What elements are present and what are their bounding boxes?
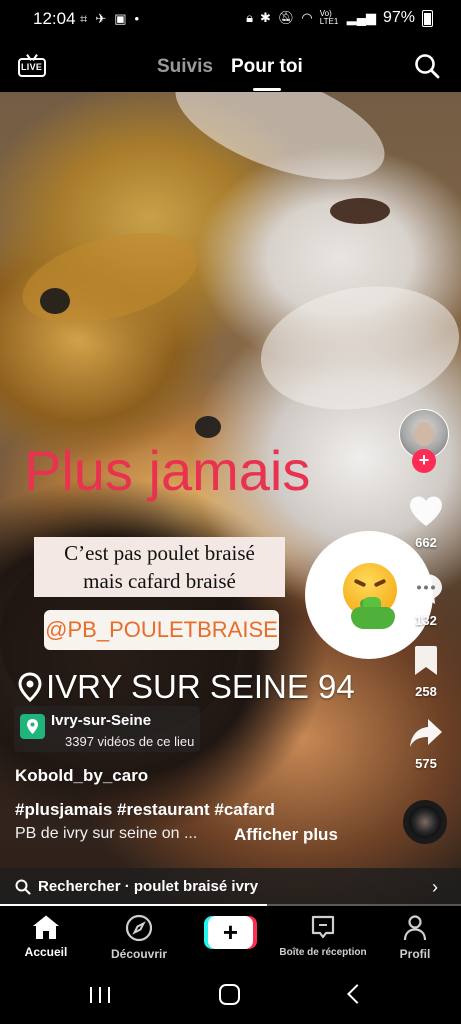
bluetooth-icon: ✱ (259, 10, 271, 25)
share-count: 575 (415, 756, 437, 771)
place-chip[interactable]: Ivry-sur-Seine 3397 vidéos de ce lieu (14, 706, 200, 752)
nav-profile-label: Profil (399, 947, 431, 961)
status-bar: 12:04 ⌗ ✈ ▣ • 🔒︎ ✱ 🔕︎ ◠ Vo) LTE1 ▂▄▆ 97% (0, 0, 461, 38)
nav-discover[interactable]: Découvrir (106, 914, 172, 961)
active-tab-indicator (253, 88, 281, 91)
comment-icon (410, 574, 442, 604)
comment-button[interactable]: 132 (405, 572, 447, 628)
like-count: 662 (415, 535, 437, 550)
video-location-text: IVRY SUR SEINE 94 (46, 668, 355, 705)
network-label: Vo) LTE1 (319, 9, 339, 26)
share-icon (410, 719, 442, 747)
author-name[interactable]: Kobold_by_caro (15, 766, 148, 786)
save-button[interactable]: 258 (405, 645, 447, 699)
show-more-link[interactable]: Afficher plus (234, 825, 338, 845)
app-notification-icon: ▣ (114, 11, 127, 26)
burnt-spot (40, 288, 70, 314)
status-system-icons: 🔒︎ ✱ 🔕︎ ◠ Vo) LTE1 ▂▄▆ 97% (246, 9, 433, 27)
video-location-overlay: IVRY SUR SEINE 94 (18, 668, 355, 706)
wifi-icon: ◠ (301, 10, 313, 25)
status-time: 12:04 (33, 9, 76, 28)
recent-apps-icon[interactable] (90, 987, 110, 1003)
back-icon[interactable] (347, 984, 367, 1004)
system-navigation-bar (0, 966, 461, 1024)
instagram-handle-sticker: @PB_POULETBRAISE (44, 610, 279, 650)
chevron-right-icon: › (432, 877, 438, 897)
nav-discover-label: Découvrir (110, 947, 168, 961)
nav-home[interactable]: Accueil (18, 914, 74, 959)
location-pin-icon (18, 672, 42, 702)
nav-profile[interactable]: Profil (393, 914, 437, 961)
save-count: 258 (415, 684, 437, 699)
music-disc-icon[interactable] (403, 800, 447, 844)
tab-following[interactable]: Suivis (157, 56, 213, 78)
live-icon[interactable]: LIVE (18, 54, 48, 78)
dot-icon: • (134, 11, 140, 26)
share-button[interactable]: 575 (405, 717, 447, 771)
like-button[interactable]: 662 (405, 495, 447, 550)
nav-inbox[interactable]: Boîte de réception (275, 914, 371, 958)
video-overlay-title: Plus jamais (24, 439, 311, 502)
search-icon[interactable] (414, 53, 440, 79)
burnt-spot (195, 416, 221, 438)
bookmark-icon (415, 646, 437, 675)
bottom-navigation: Accueil Découvrir + Boîte de réception P… (0, 906, 461, 966)
video-caption-box: C’est pas poulet braisé mais cafard brai… (34, 537, 285, 597)
instagram-handle-text: @PB_POULETBRAISE (45, 617, 278, 642)
related-search-text: Rechercher · poulet braisé ivry (38, 878, 259, 895)
follow-button[interactable]: + (412, 449, 436, 473)
compass-icon (125, 914, 153, 942)
comment-count: 132 (415, 613, 437, 628)
post-description: PB de ivry sur seine on ... (15, 825, 198, 842)
video-frame-detail (12, 216, 208, 340)
caption-line-1: C’est pas poulet braisé (64, 541, 255, 565)
search-small-icon (15, 879, 31, 895)
create-button[interactable]: + (204, 916, 257, 949)
profile-icon (403, 915, 427, 941)
tab-for-you[interactable]: Pour toi (231, 56, 303, 78)
home-button-icon[interactable] (219, 984, 240, 1005)
related-search-bar[interactable]: Rechercher · poulet braisé ivry › (0, 868, 461, 906)
caption-line-2: mais cafard braisé (83, 569, 236, 593)
signal-icon: ▂▄▆ (346, 10, 376, 25)
top-navigation: LIVE Suivis Pour toi (0, 38, 461, 92)
battery-percent: 97% (382, 9, 415, 26)
video-frame-detail (251, 271, 461, 425)
post-hashtags[interactable]: #plusjamais #restaurant #cafard (15, 800, 275, 820)
heart-icon (410, 496, 442, 526)
place-name: Ivry-sur-Seine (51, 712, 152, 729)
plus-icon: + (208, 916, 253, 949)
cockroach-spot (330, 198, 390, 224)
inbox-icon (311, 915, 335, 939)
accessibility-icon: ✈ (95, 11, 107, 26)
nav-inbox-label: Boîte de réception (279, 947, 367, 958)
mute-icon: 🔕︎ (277, 10, 295, 25)
live-label: LIVE (21, 62, 43, 72)
status-notification-icons: ⌗ ✈ ▣ • (80, 11, 139, 27)
battery-icon (422, 9, 433, 27)
home-icon (33, 915, 59, 939)
lock-icon: 🔒︎ (246, 10, 253, 25)
nav-home-label: Accueil (24, 945, 68, 959)
screenshot-icon: ⌗ (80, 11, 88, 26)
place-video-count: 3397 vidéos de ce lieu (65, 734, 195, 749)
place-pin-icon (20, 714, 45, 739)
